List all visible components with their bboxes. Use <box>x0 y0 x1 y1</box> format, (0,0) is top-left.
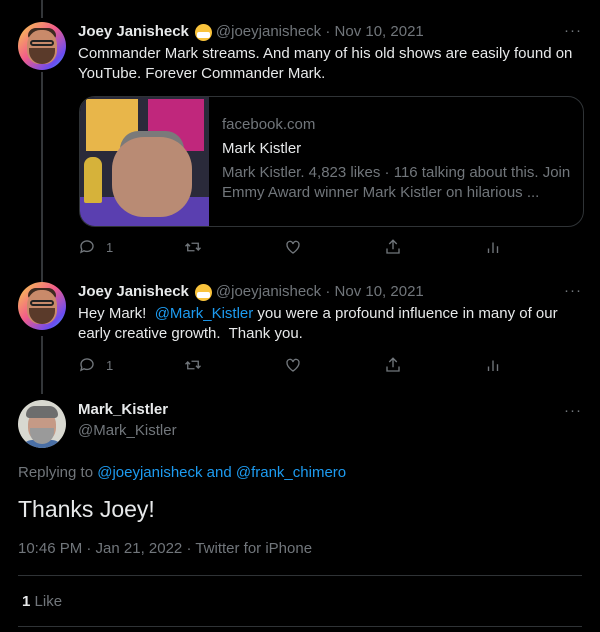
retweet-icon <box>185 360 201 370</box>
replying-to-link[interactable]: @joeyjanisheck and @frank_chimero <box>97 464 346 481</box>
author-name[interactable]: Joey Janisheck <box>78 22 189 42</box>
tweet-text-start: Hey Mark! <box>78 305 155 322</box>
heart-icon <box>286 240 300 254</box>
like-button[interactable] <box>284 356 302 374</box>
tweet-actions: 1 <box>78 238 508 260</box>
mention-link[interactable]: @Mark_Kistler <box>155 305 254 322</box>
main-tweet-text: Thanks Joey! <box>18 496 155 522</box>
retweet-button[interactable] <box>184 356 202 374</box>
reply-button[interactable]: 1 <box>78 238 113 256</box>
author-name[interactable]: Mark_Kistler <box>78 400 168 420</box>
replying-to: Replying to @joeyjanisheck and @frank_ch… <box>18 463 346 483</box>
analytics-icon <box>487 242 499 253</box>
card-image <box>80 97 209 226</box>
share-button[interactable] <box>384 238 402 256</box>
author-handle[interactable]: @Mark_Kistler <box>78 421 177 441</box>
card-body: facebook.com Mark Kistler Mark Kistler. … <box>222 115 577 203</box>
more-icon[interactable]: ··· <box>564 22 582 39</box>
heart-icon <box>286 358 300 372</box>
tweet-text: Commander Mark streams. And many of his … <box>78 45 573 82</box>
reply-icon <box>79 358 94 372</box>
tweet-actions: 1 <box>78 356 508 378</box>
divider <box>18 626 582 627</box>
more-icon[interactable]: ··· <box>564 282 582 299</box>
reply-count: 1 <box>106 239 114 255</box>
emoji-icon <box>194 283 212 301</box>
share-button[interactable] <box>384 356 402 374</box>
reply-icon <box>79 240 94 254</box>
analytics-icon <box>487 360 499 371</box>
like-label: Like <box>34 593 63 610</box>
card-description: Mark Kistler. 4,823 likes · 116 talking … <box>222 164 571 201</box>
link-card[interactable]: facebook.com Mark Kistler Mark Kistler. … <box>79 96 584 227</box>
share-icon <box>386 239 400 254</box>
card-domain: facebook.com <box>222 116 316 133</box>
analytics-button[interactable] <box>484 238 502 256</box>
author-handle[interactable]: @joeyjanisheck <box>216 22 321 42</box>
tweet-meta[interactable]: 10:46 PM · Jan 21, 2022 · Twitter for iP… <box>18 539 312 559</box>
author-handle[interactable]: @joeyjanisheck <box>216 282 321 302</box>
avatar[interactable] <box>18 282 66 330</box>
tweet-2[interactable]: Joey Janisheck @joeyjanisheck · Nov 10, … <box>0 282 600 388</box>
tweet-text: Hey Mark! @Mark_Kistler you were a profo… <box>78 304 583 344</box>
tweet-header: Joey Janisheck @joeyjanisheck · Nov 10, … <box>78 22 424 42</box>
date-separator: · <box>321 23 335 40</box>
share-icon <box>386 357 400 372</box>
more-icon[interactable]: ··· <box>564 402 582 419</box>
replying-to-prefix: Replying to <box>18 464 98 481</box>
retweet-button[interactable] <box>184 238 202 256</box>
date-separator: · <box>321 283 335 300</box>
avatar[interactable] <box>18 400 66 448</box>
avatar[interactable] <box>18 22 66 70</box>
tweet-header: Joey Janisheck @joeyjanisheck · Nov 10, … <box>78 282 424 302</box>
like-count: 1 <box>22 593 31 610</box>
like-stats[interactable]: 1 Like <box>22 592 62 612</box>
tweet-date[interactable]: Nov 10, 2021 <box>335 282 424 302</box>
emoji-icon <box>194 23 212 41</box>
reply-count: 1 <box>106 357 114 373</box>
main-tweet: Mark_Kistler @Mark_Kistler ··· <box>0 400 600 448</box>
author-name[interactable]: Joey Janisheck <box>78 282 189 302</box>
thread-line-top <box>41 0 43 18</box>
analytics-button[interactable] <box>484 356 502 374</box>
divider <box>18 575 582 576</box>
retweet-icon <box>185 242 201 252</box>
tweet-date[interactable]: Nov 10, 2021 <box>335 22 424 42</box>
tweet-1[interactable]: Joey Janisheck @joeyjanisheck · Nov 10, … <box>0 22 600 262</box>
card-title: Mark Kistler <box>222 140 302 157</box>
like-button[interactable] <box>284 238 302 256</box>
reply-button[interactable]: 1 <box>78 356 113 374</box>
